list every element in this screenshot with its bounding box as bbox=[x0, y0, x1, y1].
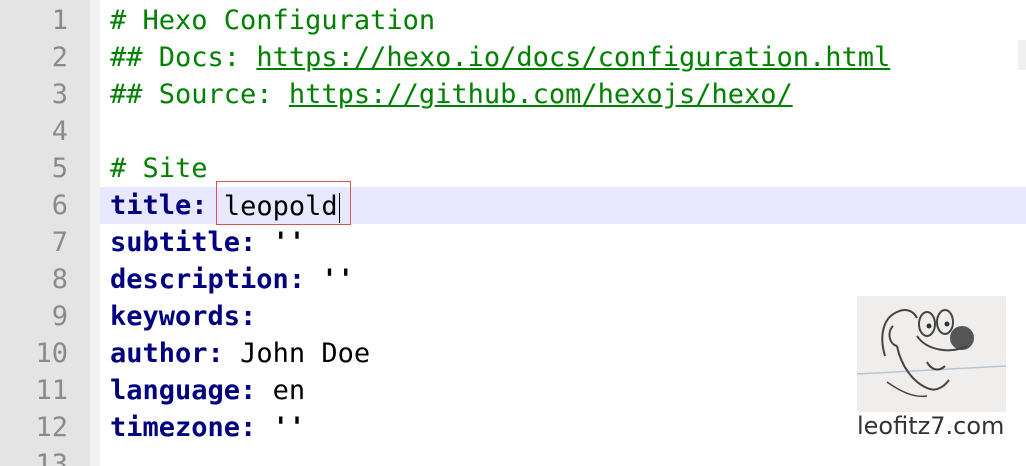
line-number: 3 bbox=[51, 79, 68, 110]
line-number: 5 bbox=[51, 153, 68, 184]
line-number: 2 bbox=[51, 42, 68, 73]
yaml-value: '' bbox=[272, 412, 306, 443]
yaml-key: author bbox=[110, 338, 208, 369]
line-number: 10 bbox=[35, 338, 68, 369]
code-editor[interactable]: 1 # Hexo Configuration 2 ## Docs: https:… bbox=[0, 0, 1026, 466]
line-number: 8 bbox=[51, 264, 68, 295]
code-line[interactable]: 3 ## Source: https://github.com/hexojs/h… bbox=[0, 76, 1026, 113]
yaml-colon: : bbox=[240, 227, 257, 258]
line-number: 7 bbox=[51, 227, 68, 258]
yaml-value: en bbox=[272, 375, 306, 406]
line-number: 1 bbox=[51, 5, 68, 36]
watermark-text: leofitz7.com bbox=[857, 412, 1005, 440]
text-caret bbox=[338, 192, 340, 223]
yaml-key: subtitle bbox=[110, 227, 241, 258]
docs-link[interactable]: https://hexo.io/docs/configuration.html bbox=[256, 42, 890, 73]
yaml-colon: : bbox=[240, 375, 257, 406]
comment-prefix: ## Source: bbox=[110, 79, 289, 110]
yaml-key: keywords bbox=[110, 301, 241, 332]
vertical-scrollbar[interactable] bbox=[1018, 40, 1026, 70]
comment-text: # Hexo Configuration bbox=[110, 5, 436, 36]
source-link[interactable]: https://github.com/hexojs/hexo/ bbox=[289, 79, 793, 110]
comment-text: # Site bbox=[110, 153, 208, 184]
code-line[interactable]: 7 subtitle: '' bbox=[0, 224, 1026, 261]
code-line[interactable]: 1 # Hexo Configuration bbox=[0, 2, 1026, 39]
code-line[interactable]: 4 bbox=[0, 113, 1026, 150]
line-number: 4 bbox=[51, 116, 68, 147]
code-line[interactable]: 5 # Site bbox=[0, 150, 1026, 187]
line-number: 11 bbox=[35, 375, 68, 406]
yaml-key: title bbox=[110, 190, 192, 221]
yaml-colon: : bbox=[240, 301, 257, 332]
code-line[interactable]: 13 bbox=[0, 446, 1026, 466]
yaml-value: John Doe bbox=[240, 338, 371, 369]
dog-sketch-icon bbox=[857, 296, 1006, 412]
code-line-current[interactable]: 6 title: leopold bbox=[0, 181, 1026, 225]
line-number: 6 bbox=[51, 190, 68, 221]
line-number: 9 bbox=[51, 301, 68, 332]
yaml-key: description bbox=[110, 264, 289, 295]
comment-prefix: ## Docs: bbox=[110, 42, 257, 73]
code-line[interactable]: 8 description: '' bbox=[0, 261, 1026, 298]
yaml-colon: : bbox=[207, 338, 224, 369]
yaml-colon: : bbox=[240, 412, 257, 443]
yaml-colon: : bbox=[288, 264, 306, 295]
code-line[interactable]: 2 ## Docs: https://hexo.io/docs/configur… bbox=[0, 39, 1026, 76]
yaml-colon: : bbox=[191, 190, 208, 221]
line-number: 13 bbox=[35, 449, 68, 466]
yaml-key: language bbox=[110, 375, 241, 406]
edited-value-highlight[interactable]: leopold bbox=[215, 181, 351, 225]
yaml-value: '' bbox=[272, 227, 306, 258]
yaml-value: '' bbox=[321, 264, 354, 295]
yaml-value: leopold bbox=[223, 191, 338, 222]
line-number: 12 bbox=[35, 412, 68, 443]
yaml-key: timezone bbox=[110, 412, 241, 443]
